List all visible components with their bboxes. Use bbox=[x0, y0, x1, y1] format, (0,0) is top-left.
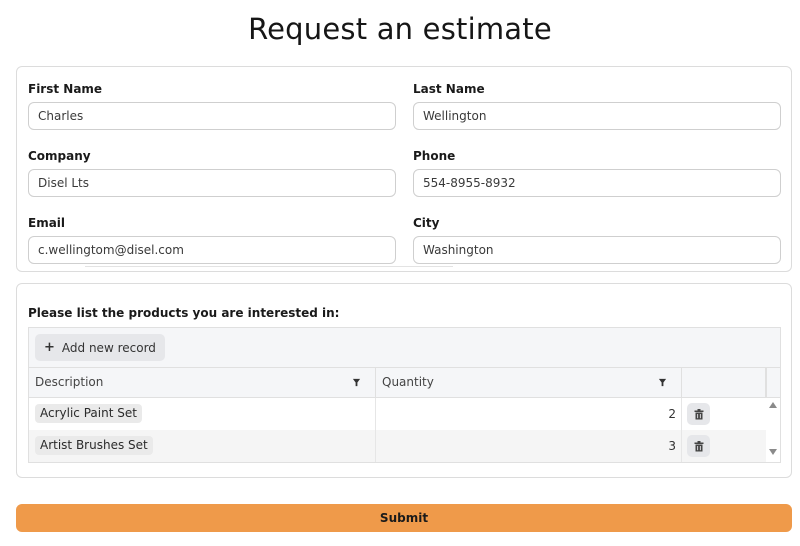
email-field: Email c.wellingtom@disel.com bbox=[28, 215, 396, 264]
phone-field: Phone 554-8955-8932 bbox=[413, 148, 781, 197]
grid-toolbar: + Add new record bbox=[29, 328, 780, 368]
add-record-button[interactable]: + Add new record bbox=[35, 334, 165, 361]
quantity-cell[interactable]: 2 bbox=[376, 398, 682, 430]
products-grid: + Add new record Description Quantity Ac… bbox=[28, 327, 781, 463]
company-label: Company bbox=[28, 149, 91, 163]
delete-row-button[interactable] bbox=[687, 403, 710, 425]
filter-icon[interactable] bbox=[352, 378, 361, 387]
phone-label: Phone bbox=[413, 149, 456, 163]
description-cell[interactable]: Acrylic Paint Set bbox=[29, 398, 376, 430]
description-chip: Acrylic Paint Set bbox=[35, 404, 142, 423]
plus-icon: + bbox=[44, 340, 55, 355]
delete-row-button[interactable] bbox=[687, 435, 710, 457]
filter-icon[interactable] bbox=[658, 378, 667, 387]
phone-input[interactable]: 554-8955-8932 bbox=[413, 169, 781, 197]
scroll-up-arrow-icon[interactable] bbox=[769, 402, 777, 408]
grid-header: Description Quantity bbox=[29, 368, 780, 398]
contact-form: First Name Charles Last Name Wellington … bbox=[16, 66, 792, 272]
last-name-field: Last Name Wellington bbox=[413, 81, 781, 130]
city-field: City Washington bbox=[413, 215, 781, 264]
table-row[interactable]: Acrylic Paint Set 2 bbox=[29, 398, 767, 430]
actions-cell bbox=[682, 398, 767, 430]
header-scrollbar-separator bbox=[765, 368, 766, 398]
column-header-description-label: Description bbox=[35, 375, 104, 389]
column-header-description[interactable]: Description bbox=[29, 368, 376, 397]
description-cell[interactable]: Artist Brushes Set bbox=[29, 430, 376, 462]
trash-icon bbox=[694, 440, 703, 451]
column-header-quantity-label: Quantity bbox=[382, 375, 434, 389]
city-input[interactable]: Washington bbox=[413, 236, 781, 264]
autocomplete-shadow bbox=[85, 264, 453, 267]
table-row[interactable]: Artist Brushes Set 3 bbox=[29, 430, 767, 462]
products-caption: Please list the products you are interes… bbox=[28, 306, 340, 320]
actions-cell bbox=[682, 430, 767, 462]
company-input[interactable]: Disel Lts bbox=[28, 169, 396, 197]
column-header-quantity[interactable]: Quantity bbox=[376, 368, 682, 397]
email-label: Email bbox=[28, 216, 66, 230]
scroll-down-arrow-icon[interactable] bbox=[769, 449, 777, 455]
first-name-label: First Name bbox=[28, 82, 103, 96]
city-label: City bbox=[413, 216, 440, 230]
add-record-label: Add new record bbox=[61, 340, 156, 355]
vertical-scrollbar[interactable] bbox=[766, 398, 780, 462]
submit-button[interactable]: Submit bbox=[16, 504, 792, 532]
last-name-label: Last Name bbox=[413, 82, 485, 96]
quantity-value: 3 bbox=[668, 439, 676, 453]
first-name-input[interactable]: Charles bbox=[28, 102, 396, 130]
trash-icon bbox=[694, 408, 703, 419]
email-input[interactable]: c.wellingtom@disel.com bbox=[28, 236, 396, 264]
page-title: Request an estimate bbox=[248, 12, 552, 46]
first-name-field: First Name Charles bbox=[28, 81, 396, 130]
products-card: Please list the products you are interes… bbox=[16, 283, 792, 478]
description-chip: Artist Brushes Set bbox=[35, 436, 153, 455]
column-header-actions bbox=[682, 368, 767, 397]
company-field: Company Disel Lts bbox=[28, 148, 396, 197]
quantity-cell[interactable]: 3 bbox=[376, 430, 682, 462]
quantity-value: 2 bbox=[668, 407, 676, 421]
last-name-input[interactable]: Wellington bbox=[413, 102, 781, 130]
